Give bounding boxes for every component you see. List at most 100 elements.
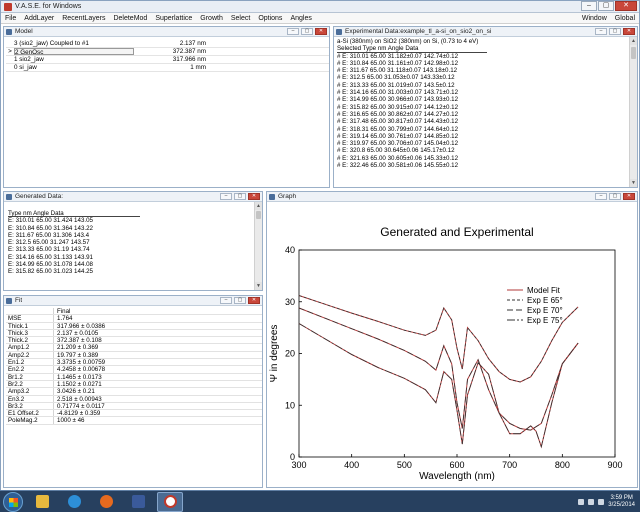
clock[interactable]: 3:59 PM 3/25/2014: [608, 495, 635, 509]
menu-window[interactable]: Window: [578, 15, 611, 22]
fit-parameter-row[interactable]: Thick.1 317.966 ± 0.0386: [6, 322, 262, 330]
pane-close-button[interactable]: ✕: [315, 28, 327, 35]
generated-data-row[interactable]: E: 315.82 65.00 31.023 144.25: [8, 268, 262, 275]
experimental-data-row[interactable]: # E: 314.99 65.00 30.966±0.07 143.93±0.1…: [337, 96, 637, 103]
menu-addlayer[interactable]: AddLayer: [20, 15, 58, 22]
pane-minimize-button[interactable]: –: [595, 193, 607, 200]
volume-icon[interactable]: [598, 498, 605, 505]
pane-minimize-button[interactable]: –: [220, 297, 232, 304]
fit-parameter-row[interactable]: E1 Offset.2 -4.8129 ± 0.359: [6, 410, 262, 418]
menu-recentlayers[interactable]: RecentLayers: [58, 15, 109, 22]
experimental-data-row[interactable]: # E: 319.14 65.00 30.761±0.07 144.85±0.1…: [337, 133, 637, 140]
fit-parameter-row[interactable]: En1.2 3.3735 ± 0.00759: [6, 359, 262, 367]
model-layer-row[interactable]: 0 si_jaw 1 mm: [6, 64, 329, 72]
fit-parameter-row[interactable]: Br1.2 1.1465 ± 0.0173: [6, 373, 262, 381]
fit-parameter-row[interactable]: PoleMag.2 1000 ± 46: [6, 417, 262, 425]
experimental-data-row[interactable]: # E: 317.48 65.00 30.817±0.07 144.43±0.1…: [337, 118, 637, 125]
pane-close-button[interactable]: ✕: [623, 193, 635, 200]
flag-icon[interactable]: [578, 498, 585, 505]
graph-pane: Graph – ▢ ✕ Generated and Experimental Wave…: [266, 191, 638, 488]
experimental-data-row[interactable]: # E: 319.97 65.00 30.706±0.07 145.04±0.1…: [337, 140, 637, 147]
model-pane-header[interactable]: Model – ▢ ✕: [4, 27, 329, 37]
menu-select[interactable]: Select: [227, 15, 254, 22]
taskbar-media-icon[interactable]: [125, 492, 151, 512]
fit-parameter-row[interactable]: Thick.2 372.387 ± 0.108: [6, 337, 262, 345]
fit-parameter-name: Amp3.2: [6, 388, 54, 395]
pane-close-button[interactable]: ✕: [623, 28, 635, 35]
close-button[interactable]: ✕: [615, 1, 637, 11]
menu-global[interactable]: Global: [611, 15, 639, 22]
generated-data-row[interactable]: E: 310.01 65.00 31.424 143.05: [8, 217, 262, 224]
model-layer-row[interactable]: 3 (sio2_jaw) Coupled to #1 2.137 nm: [6, 40, 329, 48]
fit-parameter-row[interactable]: Amp3.2 3.0426 ± 0.21: [6, 388, 262, 396]
window-titlebar[interactable]: V.A.S.E. for Windows – ▢ ✕: [1, 1, 639, 13]
experimental-data-row[interactable]: # E: 316.65 65.00 30.862±0.07 144.27±0.1…: [337, 111, 637, 118]
experimental-data-row[interactable]: # E: 313.33 65.00 31.019±0.07 143.5±0.12: [337, 82, 637, 89]
generated-data-row[interactable]: E: 314.99 65.00 31.078 144.08: [8, 261, 262, 268]
fit-parameter-row[interactable]: Thick.3 2.137 ± 0.0105: [6, 329, 262, 338]
generated-data-row[interactable]: E: 312.5 65.00 31.247 143.57: [8, 239, 262, 246]
fit-parameter-row[interactable]: En3.2 2.518 ± 0.00943: [6, 395, 262, 403]
experimental-data-row[interactable]: # E: 322.46 65.00 30.581±0.06 145.55±0.1…: [337, 162, 637, 169]
network-icon[interactable]: [588, 498, 595, 505]
generated-header: Type nm Angle Data: [8, 210, 140, 218]
fit-parameter-name: Br1.2: [6, 373, 54, 381]
pane-icon: [269, 193, 275, 200]
menu-angles[interactable]: Angles: [286, 15, 315, 22]
experimental-data-row[interactable]: # E: 320.8 65.00 30.645±0.06 145.17±0.12: [337, 147, 637, 154]
taskbar-firefox-icon[interactable]: [93, 492, 119, 512]
experimental-data-row[interactable]: # E: 321.63 65.00 30.605±0.06 145.33±0.1…: [337, 155, 637, 162]
fit-parameter-value: 19.797 ± 0.389: [57, 351, 99, 359]
maximize-button[interactable]: ▢: [598, 1, 614, 11]
pane-maximize-button[interactable]: ▢: [609, 28, 621, 35]
pane-minimize-button[interactable]: –: [220, 193, 232, 200]
experimental-data-row[interactable]: # E: 312.5 65.00 31.053±0.07 143.33±0.12: [337, 74, 637, 81]
fit-parameter-row[interactable]: En2.2 4.2458 ± 0.00678: [6, 366, 262, 374]
pane-close-button[interactable]: ✕: [248, 297, 260, 304]
experimental-data-row[interactable]: # E: 310.84 65.00 31.161±0.07 142.98±0.1…: [337, 60, 637, 67]
fit-parameter-row[interactable]: Amp2.2 19.797 ± 0.389: [6, 351, 262, 360]
menu-growth[interactable]: Growth: [196, 15, 227, 22]
graph-pane-header[interactable]: Graph – ▢ ✕: [267, 192, 637, 202]
experimental-data-row[interactable]: # E: 310.01 65.00 31.182±0.07 142.74±0.1…: [337, 53, 637, 60]
pane-maximize-button[interactable]: ▢: [609, 193, 621, 200]
menu-options[interactable]: Options: [254, 15, 286, 22]
fit-parameter-row[interactable]: MSE 1.764: [6, 315, 262, 323]
generated-data-row[interactable]: E: 314.16 65.00 31.133 143.91: [8, 254, 262, 261]
fit-parameter-value: 1.1502 ± 0.0271: [57, 380, 102, 388]
experimental-data-row[interactable]: # E: 318.31 65.00 30.799±0.07 144.64±0.1…: [337, 126, 637, 133]
pane-maximize-button[interactable]: ▢: [301, 28, 313, 35]
experimental-scrollbar[interactable]: ▲ ▼: [629, 37, 637, 187]
experimental-data-row[interactable]: # E: 315.82 65.00 30.915±0.07 144.12±0.1…: [337, 104, 637, 111]
model-layer-row[interactable]: >2 GenOsc 372.387 nm: [6, 48, 329, 56]
pane-close-button[interactable]: ✕: [248, 193, 260, 200]
menu-file[interactable]: File: [1, 15, 20, 22]
experimental-data-row[interactable]: # E: 311.67 65.00 31.118±0.07 143.18±0.1…: [337, 67, 637, 74]
taskbar-vase-icon[interactable]: [157, 491, 183, 512]
experimental-data-row[interactable]: # E: 314.16 65.00 31.003±0.07 143.71±0.1…: [337, 89, 637, 96]
legend-entry: Exp E 65°: [527, 296, 563, 305]
experimental-data-list: a-Si (380nm) on SiO2 (380nm) on Si, (0.7…: [334, 37, 637, 169]
taskbar-explorer-icon[interactable]: [29, 492, 55, 512]
pane-maximize-button[interactable]: ▢: [234, 193, 246, 200]
taskbar-ie-icon[interactable]: [61, 492, 87, 512]
experimental-pane-header[interactable]: Experimental Data:example_tl_a-si_on_sio…: [334, 27, 637, 37]
generated-data-row[interactable]: E: 310.84 65.00 31.364 143.22: [8, 225, 262, 232]
menu-superlattice[interactable]: Superlattice: [151, 15, 196, 22]
model-layer-row[interactable]: 1 sio2_jaw 317.966 nm: [6, 56, 329, 64]
pane-minimize-button[interactable]: –: [287, 28, 299, 35]
generated-pane-header[interactable]: Generated Data: – ▢ ✕: [4, 192, 262, 202]
pane-maximize-button[interactable]: ▢: [234, 297, 246, 304]
generated-data-row[interactable]: E: 311.67 65.00 31.306 143.4: [8, 232, 262, 239]
fit-parameter-row[interactable]: Br2.2 1.1502 ± 0.0271: [6, 380, 262, 389]
generated-scrollbar[interactable]: ▲ ▼: [254, 202, 262, 290]
generated-data-row[interactable]: E: 313.33 65.00 31.19 143.74: [8, 246, 262, 253]
menu-deletemod[interactable]: DeleteMod: [109, 15, 151, 22]
minimize-button[interactable]: –: [581, 1, 597, 11]
start-button[interactable]: [3, 491, 23, 512]
fit-pane-header[interactable]: Fit – ▢ ✕: [4, 296, 262, 306]
pane-minimize-button[interactable]: –: [595, 28, 607, 35]
fit-parameter-value: 317.966 ± 0.0386: [57, 322, 106, 330]
fit-parameter-row[interactable]: Amp1.2 21.209 ± 0.369: [6, 344, 262, 352]
fit-parameter-row[interactable]: Br3.2 0.71774 ± 0.0117: [6, 402, 262, 411]
